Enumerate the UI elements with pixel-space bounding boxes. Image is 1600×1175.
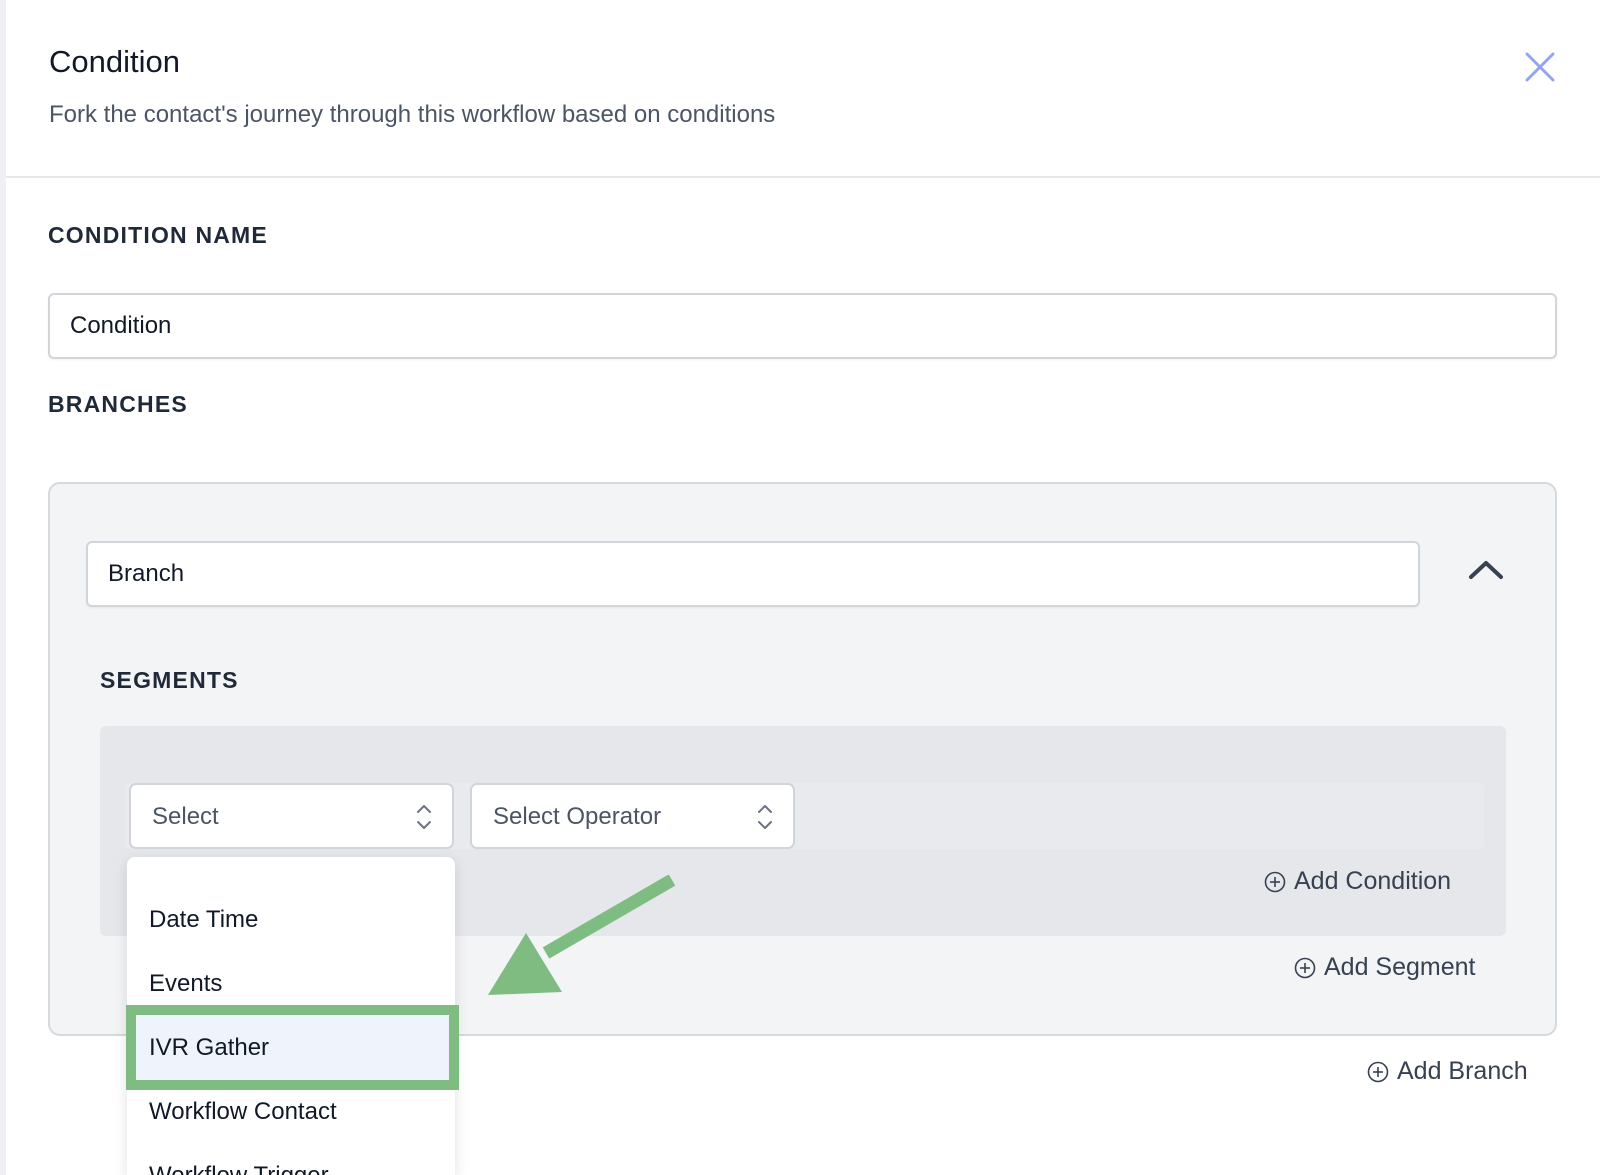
condition-name-input[interactable] bbox=[48, 293, 1557, 359]
dropdown-option-events[interactable]: Events bbox=[127, 952, 455, 1016]
add-condition-label: Add Condition bbox=[1294, 867, 1452, 895]
field-select-value: Select bbox=[152, 803, 219, 830]
dropdown-option-ivr-gather[interactable]: IVR Gather bbox=[127, 1016, 455, 1080]
operator-select[interactable]: Select Operator bbox=[470, 783, 795, 849]
field-select[interactable]: Select bbox=[129, 783, 454, 849]
page-subtitle: Fork the contact's journey through this … bbox=[49, 101, 776, 128]
branch-name-input[interactable] bbox=[86, 541, 1420, 607]
annotation-arrow-icon bbox=[488, 875, 676, 995]
condition-name-label: CONDITION NAME bbox=[48, 222, 268, 248]
dropdown-option-custom-values[interactable]: Custom Values bbox=[127, 857, 455, 881]
dropdown-option-date-time[interactable]: Date Time bbox=[127, 888, 455, 952]
add-branch-label: Add Branch bbox=[1397, 1057, 1528, 1085]
operator-select-value: Select Operator bbox=[493, 803, 662, 830]
close-icon[interactable] bbox=[1521, 48, 1559, 86]
add-segment-button[interactable]: Add Segment bbox=[1294, 953, 1476, 982]
add-branch-button[interactable]: Add Branch bbox=[1367, 1057, 1528, 1086]
add-condition-button[interactable]: Add Condition bbox=[1264, 867, 1451, 896]
plus-circle-icon bbox=[1367, 1061, 1389, 1083]
field-dropdown-menu: Custom Values Date Time Events IVR Gathe… bbox=[127, 857, 455, 1175]
plus-circle-icon bbox=[1294, 957, 1316, 979]
chevron-up-down-icon bbox=[417, 805, 431, 829]
branches-label: BRANCHES bbox=[48, 391, 188, 417]
page-title: Condition bbox=[49, 44, 180, 79]
panel-header: Condition Fork the contact's journey thr… bbox=[6, 0, 1600, 178]
plus-circle-icon bbox=[1264, 871, 1286, 893]
segments-label: SEGMENTS bbox=[100, 667, 239, 693]
chevron-up-down-icon bbox=[758, 805, 772, 829]
dropdown-option-workflow-trigger[interactable]: Workflow Trigger bbox=[127, 1144, 455, 1175]
chevron-up-icon[interactable] bbox=[1466, 554, 1506, 582]
dropdown-option-workflow-contact[interactable]: Workflow Contact bbox=[127, 1080, 455, 1144]
add-segment-label: Add Segment bbox=[1324, 953, 1476, 981]
